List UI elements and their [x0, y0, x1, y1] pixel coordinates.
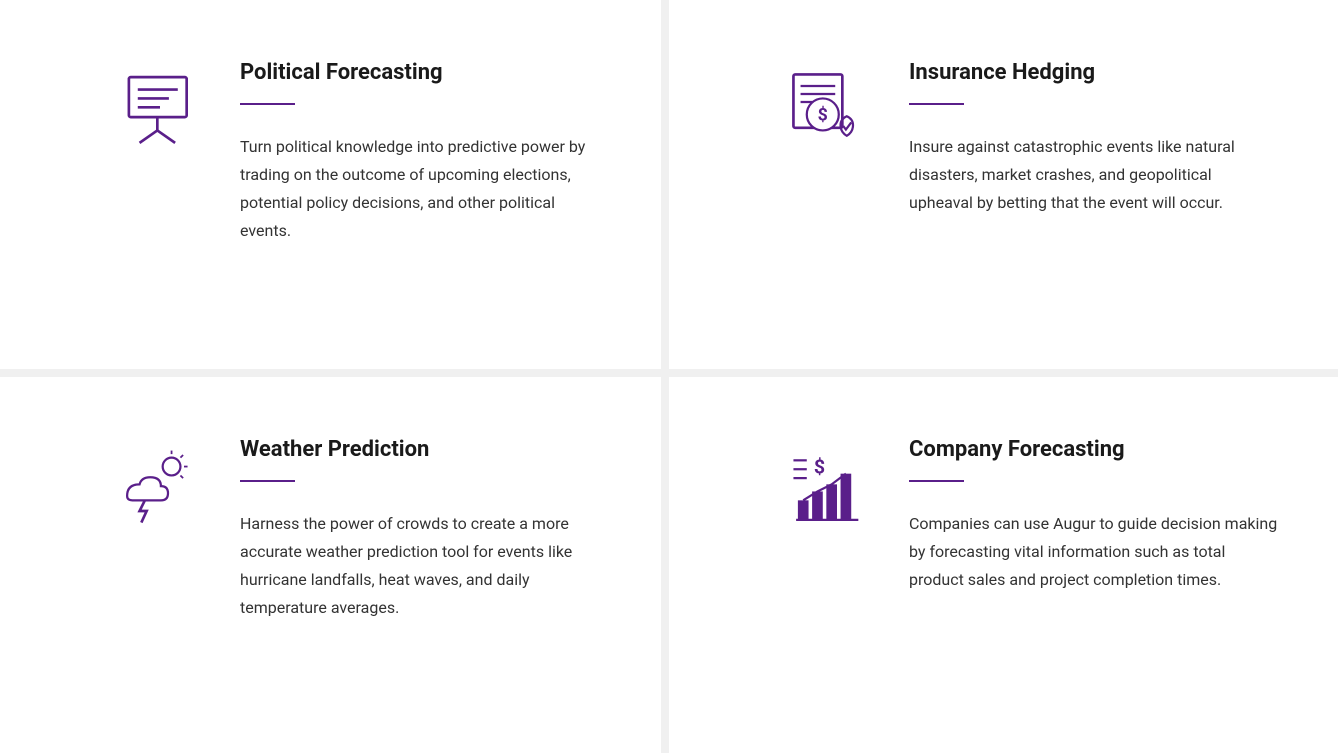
political-forecasting-divider [240, 103, 295, 105]
money-shield-icon: $ [789, 70, 869, 150]
political-forecasting-card: Political Forecasting Turn political kno… [0, 0, 669, 377]
political-forecasting-title: Political Forecasting [240, 60, 601, 85]
political-forecasting-icon-area [120, 60, 210, 154]
company-forecasting-content: Company Forecasting Companies can use Au… [909, 437, 1278, 594]
weather-prediction-divider [240, 480, 295, 482]
weather-prediction-description: Harness the power of crowds to create a … [240, 510, 601, 622]
svg-text:$: $ [818, 105, 828, 126]
insurance-hedging-card: $ Insurance Hedging Insure against catas… [669, 0, 1338, 377]
weather-prediction-title: Weather Prediction [240, 437, 601, 462]
weather-prediction-icon-area [120, 437, 210, 531]
features-grid: Political Forecasting Turn political kno… [0, 0, 1338, 753]
company-forecasting-divider [909, 480, 964, 482]
weather-prediction-content: Weather Prediction Harness the power of … [240, 437, 601, 622]
political-forecasting-description: Turn political knowledge into predictive… [240, 133, 601, 245]
insurance-hedging-content: Insurance Hedging Insure against catastr… [909, 60, 1278, 217]
political-forecasting-content: Political Forecasting Turn political kno… [240, 60, 601, 245]
svg-text:$: $ [814, 455, 825, 478]
bar-chart-icon: $ [789, 447, 869, 527]
company-forecasting-card: $ Company Forecasting Companies can use … [669, 377, 1338, 753]
company-forecasting-icon-area: $ [789, 437, 879, 531]
presentation-chart-icon [120, 70, 200, 150]
company-forecasting-description: Companies can use Augur to guide decisio… [909, 510, 1278, 594]
insurance-hedging-title: Insurance Hedging [909, 60, 1278, 85]
insurance-hedging-icon-area: $ [789, 60, 879, 154]
insurance-hedging-description: Insure against catastrophic events like … [909, 133, 1278, 217]
insurance-hedging-divider [909, 103, 964, 105]
company-forecasting-title: Company Forecasting [909, 437, 1278, 462]
weather-prediction-card: Weather Prediction Harness the power of … [0, 377, 669, 753]
weather-storm-icon [120, 447, 200, 527]
